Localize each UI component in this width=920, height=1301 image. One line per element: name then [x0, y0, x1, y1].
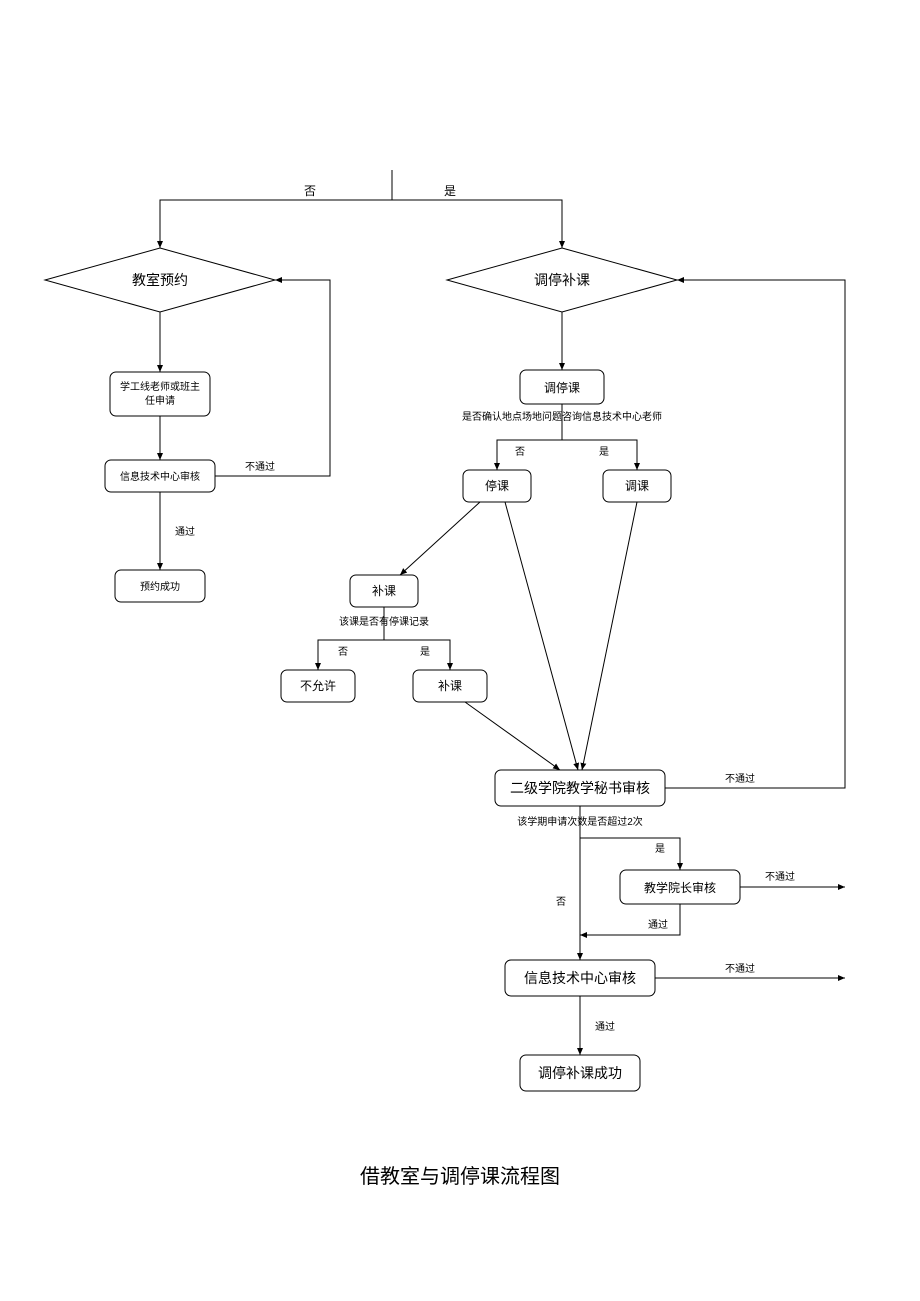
edge-pass-left: 通过 — [175, 525, 195, 538]
process-secretary-label: 二级学院教学秘书审核 — [510, 780, 650, 796]
decision-adjust-label: 调停补课 — [534, 272, 590, 288]
edge-label-no-top: 否 — [304, 184, 316, 198]
process-change-label: 调课 — [625, 479, 649, 493]
process-apply — [110, 372, 210, 416]
question-location: 是否确认地点场地问题咨询信息技术中心老师 — [462, 410, 662, 423]
edge-pass-itc2: 通过 — [595, 1020, 615, 1033]
diagram-caption: 借教室与调停课流程图 — [0, 1160, 920, 1189]
edge-fail-secretary: 不通过 — [725, 772, 755, 785]
process-dean-label: 教学院长审核 — [644, 880, 716, 895]
process-apply-label1: 学工线老师或班主 — [120, 380, 200, 393]
process-not-allowed-label: 不允许 — [300, 678, 336, 693]
edge-fail-left: 不通过 — [245, 460, 275, 473]
edge-fail-dean: 不通过 — [765, 870, 795, 883]
process-adjust-course-label: 调停课 — [544, 380, 580, 395]
edge-no-over2: 否 — [556, 896, 566, 908]
edge-pass-dean: 通过 — [648, 918, 668, 931]
edge-label-yes-top: 是 — [444, 184, 456, 198]
process-makeup2-label: 补课 — [438, 679, 462, 693]
process-itc-review2-label: 信息技术中心审核 — [524, 970, 636, 986]
question-over2: 该学期申请次数是否超过2次 — [517, 815, 643, 828]
edge-no-loc: 否 — [515, 446, 525, 458]
process-success-label: 调停补课成功 — [538, 1065, 622, 1081]
decision-reserve-label: 教室预约 — [132, 272, 188, 288]
process-apply-label2: 任申请 — [145, 394, 175, 407]
question-has-stop: 该课是否有停课记录 — [339, 615, 429, 628]
edge-yes-stoprec: 是 — [420, 646, 430, 658]
process-makeup1-label: 补课 — [372, 584, 396, 598]
process-itc-review-label: 信息技术中心审核 — [120, 470, 200, 483]
edge-yes-over2: 是 — [655, 843, 665, 855]
process-reserve-ok-label: 预约成功 — [140, 580, 180, 593]
edge-no-stoprec: 否 — [338, 646, 348, 658]
edge-yes-loc: 是 — [599, 446, 609, 458]
edge-fail-itc2: 不通过 — [725, 962, 755, 975]
process-stop-label: 停课 — [485, 478, 509, 493]
